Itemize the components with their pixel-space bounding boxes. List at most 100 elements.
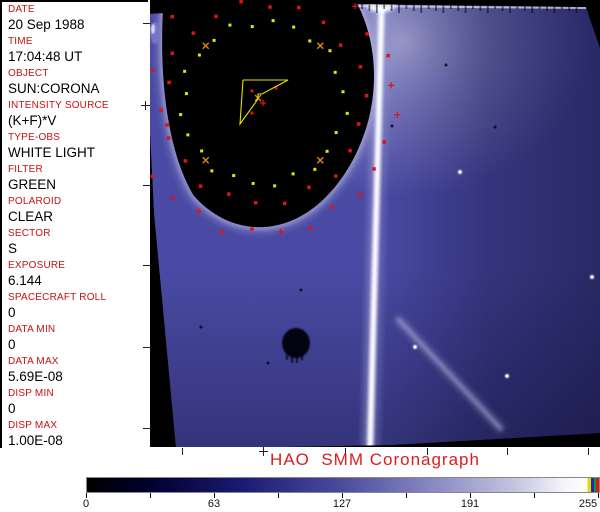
axis-tick	[143, 265, 150, 266]
fiducial-dot	[334, 174, 338, 178]
colorbar-label: 63	[207, 498, 221, 510]
metadata-field: TYPE-OBS WHITE LIGHT	[8, 132, 148, 164]
image-title: HAO SMM Coronagraph	[270, 450, 480, 469]
metadata-field: DATE 20 Sep 1988	[8, 4, 148, 36]
metadata-field: DISP MAX 1.00E-08	[8, 420, 148, 452]
fiducial-dot	[345, 111, 349, 115]
metadata-label: OBJECT	[8, 68, 49, 79]
fiducial-dot	[151, 68, 155, 72]
fiducial-dot	[239, 0, 243, 4]
fiducial-dot	[313, 167, 317, 171]
fiducial-dot	[170, 14, 175, 19]
fiducial-dot	[382, 140, 386, 144]
fiducial-dot	[171, 196, 175, 200]
fiducial-dot	[273, 184, 277, 188]
fiducial-dot	[330, 205, 334, 209]
fiducial-dot	[308, 225, 312, 230]
fiducial-dot	[268, 5, 272, 9]
metadata-field: EXPOSURE 6.144	[8, 260, 148, 292]
metadata-field: SECTOR S	[8, 228, 148, 260]
fiducial-dot	[150, 174, 155, 179]
fiducial-dot	[292, 25, 296, 29]
metadata-value: 5.69E-08	[8, 369, 63, 384]
metadata-value: GREEN	[8, 177, 57, 192]
metadata-value: S	[8, 241, 18, 256]
metadata-value: 1.00E-08	[8, 433, 63, 448]
metadata-value: 6.144	[8, 273, 42, 288]
fiducial-dot	[341, 90, 345, 94]
fiducial-dot	[348, 148, 352, 153]
metadata-label: DISP MAX	[8, 420, 58, 431]
fiducial-dot	[282, 201, 287, 206]
metadata-value: WHITE LIGHT	[8, 145, 95, 160]
fiducial-dot	[179, 113, 183, 117]
axis-tick	[145, 101, 146, 110]
fiducial-dot	[219, 229, 224, 234]
fiducial-dot	[159, 108, 163, 112]
fiducial-dot	[364, 94, 369, 98]
fiducial-dot	[165, 123, 169, 127]
fiducial-dot	[271, 19, 275, 23]
metadata-label: SECTOR	[8, 228, 51, 239]
fiducial-dot	[307, 185, 311, 190]
smm-coronagraph-window: DATE 20 Sep 1988 TIME 17:04:48 UT OBJECT SUN:…	[0, 0, 600, 512]
fiducial-dot	[291, 172, 295, 176]
colorbar	[86, 477, 600, 493]
fiducial-dot	[358, 65, 363, 69]
fiducial-dot	[365, 32, 369, 36]
fiducial-dot	[386, 53, 390, 58]
metadata-label: DATE	[8, 4, 35, 15]
fiducial-dot	[197, 53, 201, 57]
fiducial-dot	[250, 227, 254, 231]
axis-tick	[143, 347, 150, 348]
fiducial-dot	[183, 69, 187, 73]
fiducial-dot	[170, 51, 174, 55]
fiducial-dot	[210, 169, 214, 173]
fiducial-dot	[338, 43, 343, 47]
fiducial-dot	[250, 25, 254, 29]
metadata-value: 0	[8, 401, 16, 416]
metadata-field: DISP MIN 0	[8, 388, 148, 420]
fiducial-dot	[166, 136, 171, 140]
colorbar-tick	[278, 493, 279, 498]
fiducial-dot	[325, 149, 329, 153]
metadata-label: DATA MIN	[8, 324, 56, 335]
fiducial-dot	[372, 167, 376, 171]
fiducial-dot	[191, 31, 196, 35]
metadata-field: DATA MIN 0	[8, 324, 148, 356]
fiducial-dot	[333, 70, 337, 74]
fiducial-dot	[328, 49, 332, 53]
metadata-field: INTENSITY SOURCE (K+F)*V	[8, 100, 148, 132]
metadata-field: POLAROID CLEAR	[8, 196, 148, 228]
metadata-sidebar: DATE 20 Sep 1988 TIME 17:04:48 UT OBJECT SUN:…	[0, 0, 148, 448]
fiducial-dot	[356, 122, 361, 126]
fiducial-dot	[253, 201, 258, 205]
fiducial-dot	[250, 89, 254, 93]
axis-tick	[143, 23, 150, 24]
colorbar-label: 255	[578, 498, 598, 510]
metadata-value: 0	[8, 305, 16, 320]
fiducial-dot	[167, 80, 171, 85]
fiducial-dot	[227, 192, 231, 196]
coronagraph-scene	[150, 0, 600, 447]
metadata-field: SPACECRAFT ROLL 0	[8, 292, 148, 324]
metadata-value: SUN:CORONA	[8, 81, 100, 96]
colorbar-tick	[406, 493, 407, 498]
metadata-label: TIME	[8, 36, 33, 47]
metadata-label: SPACECRAFT ROLL	[8, 292, 107, 303]
fiducial-dot	[228, 23, 232, 27]
colorbar-label: 191	[460, 498, 480, 510]
metadata-field: OBJECT SUN:CORONA	[8, 68, 148, 100]
metadata-label: FILTER	[8, 164, 43, 175]
fiducial-dot	[183, 159, 188, 163]
fiducial-dot	[232, 174, 236, 178]
coronagraph-image-area[interactable]	[150, 0, 600, 447]
fiducial-dot	[200, 149, 204, 153]
colorbar-tick	[534, 493, 535, 498]
colorbar-label: 127	[332, 498, 352, 510]
metadata-value: 0	[8, 337, 16, 352]
fiducial-dot	[297, 5, 301, 10]
metadata-value: (K+F)*V	[8, 113, 57, 128]
fiducial-dot	[212, 38, 216, 42]
metadata-label: INTENSITY SOURCE	[8, 100, 109, 111]
